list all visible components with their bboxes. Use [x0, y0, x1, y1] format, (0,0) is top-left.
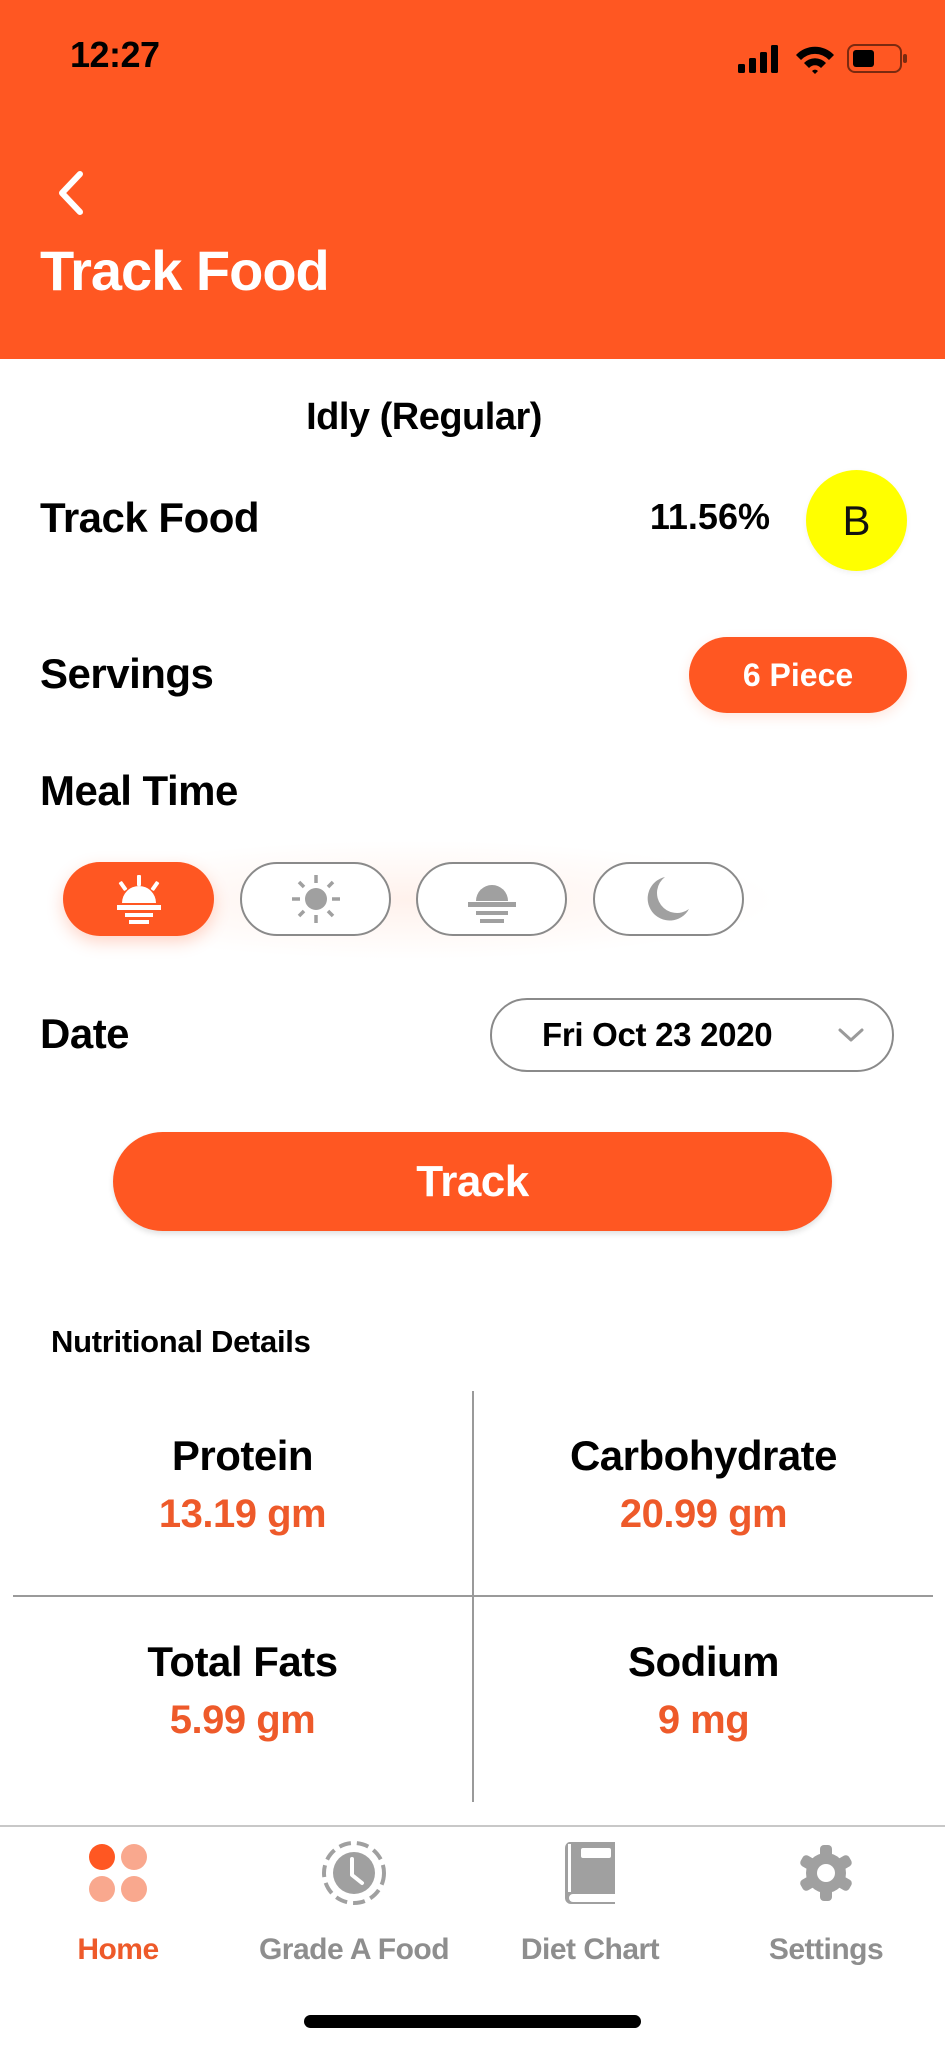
tab-home[interactable]: Home	[0, 1837, 236, 1987]
meal-time-label: Meal Time	[40, 767, 238, 814]
nutrient-value: 5.99 gm	[169, 1698, 316, 1742]
food-percent: 11.56%	[649, 496, 770, 537]
home-indicator[interactable]	[304, 2015, 641, 2028]
page-title: Track Food	[40, 239, 330, 302]
tab-label: Home	[77, 1933, 159, 1966]
meal-option-lunch[interactable]	[240, 862, 391, 936]
meal-option-snacks[interactable]	[416, 862, 567, 936]
tab-grade-a-food[interactable]: Grade A Food	[236, 1837, 472, 1987]
chevron-down-icon	[838, 1028, 864, 1042]
sunrise-icon	[116, 875, 161, 924]
grade-letter: B	[842, 496, 871, 544]
track-button-label: Track	[416, 1156, 529, 1206]
wifi-icon	[796, 46, 834, 74]
battery-icon	[847, 44, 907, 73]
tab-label: Grade A Food	[258, 1933, 450, 1966]
nutrient-value: 20.99 gm	[619, 1492, 788, 1536]
grade-badge: B	[806, 470, 907, 571]
back-button[interactable]	[44, 162, 96, 224]
nutrient-label: Total Fats	[147, 1638, 338, 1685]
status-time: 12:27	[70, 34, 160, 75]
meal-option-breakfast[interactable]	[63, 862, 214, 936]
nutrient-cell-protein: Protein 13.19 gm	[13, 1432, 472, 1537]
servings-value: 6 Piece	[742, 656, 854, 693]
app-header: 12:27 Track Food	[0, 0, 945, 359]
nutrient-cell-sodium: Sodium 9 mg	[474, 1638, 933, 1743]
nutritional-details-title: Nutritional Details	[51, 1324, 311, 1359]
date-value: Fri Oct 23 2020	[542, 1016, 773, 1053]
track-food-label: Track Food	[40, 494, 260, 541]
food-name: Idly (Regular)	[306, 396, 542, 438]
grid-dots-icon	[89, 1844, 147, 1902]
nutrient-value: 13.19 gm	[158, 1492, 327, 1536]
status-icons	[738, 44, 907, 74]
nutrient-label: Carbohydrate	[569, 1432, 838, 1479]
book-icon	[564, 1842, 615, 1904]
moon-icon	[647, 877, 689, 921]
chevron-left-icon	[59, 171, 83, 215]
tab-diet-chart[interactable]: Diet Chart	[472, 1837, 708, 1987]
servings-selector[interactable]: 6 Piece	[689, 637, 907, 713]
nutrient-value: 9 mg	[657, 1698, 750, 1742]
tab-label: Diet Chart	[520, 1933, 660, 1966]
nutrient-cell-total-fats: Total Fats 5.99 gm	[13, 1638, 472, 1743]
tab-label: Settings	[768, 1933, 884, 1966]
cellular-signal-icon	[738, 45, 778, 73]
track-button[interactable]: Track	[113, 1132, 832, 1231]
meal-option-dinner[interactable]	[593, 862, 744, 936]
meal-time-selector	[40, 840, 780, 960]
servings-label: Servings	[40, 650, 214, 697]
nutrient-cell-carbohydrate: Carbohydrate 20.99 gm	[474, 1432, 933, 1537]
grid-divider-horizontal	[13, 1595, 933, 1597]
date-label: Date	[40, 1010, 130, 1057]
nutrient-label: Sodium	[628, 1638, 780, 1685]
sun-icon	[291, 875, 340, 923]
clock-icon	[322, 1841, 386, 1905]
gear-icon	[800, 1845, 852, 1901]
nutrient-label: Protein	[171, 1432, 314, 1479]
sunset-icon	[467, 885, 516, 923]
date-picker[interactable]: Fri Oct 23 2020	[490, 998, 894, 1072]
tab-settings[interactable]: Settings	[708, 1837, 944, 1987]
